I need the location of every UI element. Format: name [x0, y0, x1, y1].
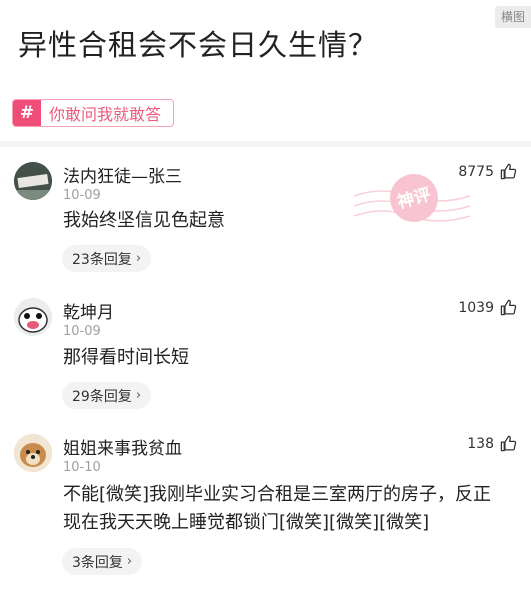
question-title: 异性合租会不会日久生情？ — [18, 28, 379, 62]
username[interactable]: 法内狂徒—张三 — [63, 162, 182, 187]
comment-date: 10-09 — [63, 188, 101, 203]
topic-tag[interactable]: # 你敢问我就敢答 — [12, 99, 174, 127]
chevron-right-icon: › — [135, 388, 142, 403]
hash-icon: # — [13, 100, 41, 126]
like-count: 138 — [467, 435, 494, 452]
chevron-right-icon: › — [126, 554, 133, 569]
comment-date: 10-10 — [63, 460, 101, 475]
corner-tag: 横图 — [494, 6, 531, 28]
replies-button[interactable]: 23条回复 › — [62, 245, 152, 272]
replies-label: 3条回复 — [72, 554, 123, 571]
thumbs-up-icon — [500, 163, 517, 180]
replies-button[interactable]: 29条回复 › — [62, 382, 152, 409]
comment-date: 10-09 — [63, 324, 101, 339]
like-count: 8775 — [458, 163, 494, 180]
avatar[interactable] — [14, 162, 52, 200]
thumbs-up-icon — [500, 435, 517, 452]
replies-label: 23条回复 — [72, 251, 132, 268]
chevron-right-icon: › — [135, 251, 142, 266]
section-divider — [0, 141, 531, 147]
comment-text-line: 现在我天天晚上睡觉都锁门[微笑][微笑][微笑] — [63, 512, 430, 533]
comment-text: 那得看时间长短 — [63, 347, 189, 368]
like-button[interactable]: 1039 — [458, 299, 517, 316]
replies-label: 29条回复 — [72, 388, 132, 405]
avatar[interactable] — [14, 434, 52, 472]
username[interactable]: 姐姐来事我贫血 — [63, 434, 182, 459]
like-count: 1039 — [458, 299, 494, 316]
thumbs-up-icon — [500, 299, 517, 316]
like-button[interactable]: 8775 — [458, 163, 517, 180]
avatar[interactable] — [14, 298, 52, 336]
comment-text: 不能[微笑]我刚毕业实习合租是三室两厅的房子，反正 现在我天天晚上睡觉都锁门[微… — [63, 481, 523, 537]
username[interactable]: 乾坤月 — [63, 298, 114, 323]
topic-label: 你敢问我就敢答 — [49, 105, 162, 124]
comment-text: 我始终坚信见色起意 — [63, 210, 225, 231]
comment-text-line: 不能[微笑]我刚毕业实习合租是三室两厅的房子，反正 — [63, 484, 492, 505]
like-button[interactable]: 138 — [467, 435, 517, 452]
replies-button[interactable]: 3条回复 › — [62, 548, 143, 575]
